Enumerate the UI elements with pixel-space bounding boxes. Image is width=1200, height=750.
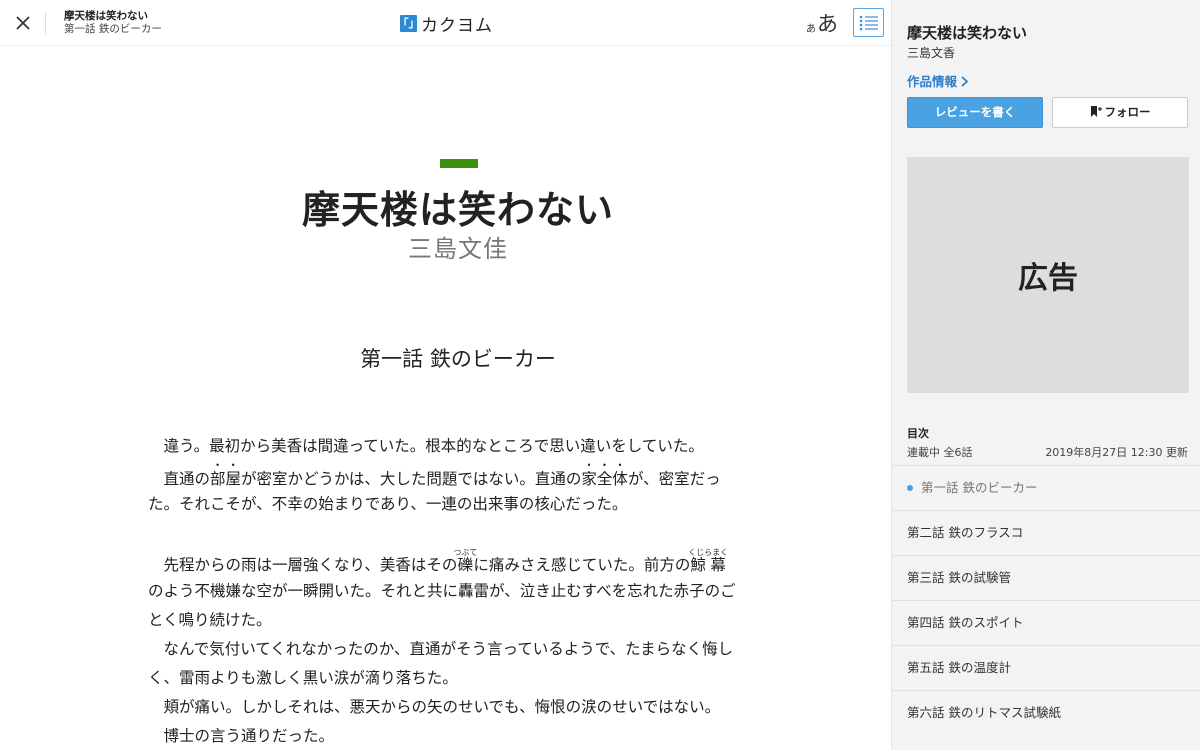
text-line: 直通の部屋が密室かどうかは、大した問題ではない。直通の家全体が、密室だっ	[148, 461, 788, 490]
text-line: 違う。最初から美香は間違っていた。根本的なところで思い違いをしていた。	[148, 437, 704, 455]
text-line: のよう不機嫌な空が一瞬開いた。それと共に轟雷が、泣き止むすべを忘れた赤子のご	[148, 582, 736, 600]
toc-toggle-button[interactable]	[853, 8, 884, 37]
work-sidebar: 摩天楼は笑わない 三島文香 作品情報 レビューを書く フォロー 広告 目次 連載…	[891, 0, 1200, 750]
follow-label: フォロー	[1104, 105, 1151, 119]
sidebar-author[interactable]: 三島文香	[907, 44, 955, 61]
author-name[interactable]: 三島文佳	[0, 229, 891, 264]
work-title: 摩天楼は笑わない	[301, 188, 614, 232]
kakuyomu-logo[interactable]: 「」 カクヨム	[398, 12, 493, 36]
episode-item[interactable]: 第三話 鉄の試験管	[892, 555, 1200, 600]
episode-body: 違う。最初から美香は間違っていた。根本的なところで思い違いをしていた。 直通の部…	[148, 432, 788, 750]
episode-label: 第一話 鉄のビーカー	[921, 480, 1038, 495]
header-titles: 摩天楼は笑わない 第一話 鉄のビーカー	[64, 10, 162, 36]
current-episode-dot-icon	[907, 484, 913, 491]
ruby-text: 礫つぶて	[453, 548, 477, 574]
text-line: 頬が痛い。しかしそれは、悪天からの矢のせいでも、悔恨の涙のせいではない。	[148, 698, 721, 716]
reading-area[interactable]: 摩天楼は笑わない 三島文佳 第一話 鉄のビーカー 違う。最初から美香は間違ってい…	[0, 47, 891, 750]
text-line: た。それこそが、不幸の始まりであり、一連の出来事の核心だった。	[148, 495, 628, 513]
title-accent-bar	[440, 159, 478, 168]
ad-label: 広告	[1018, 261, 1078, 296]
bookmark-plus-icon	[1090, 106, 1102, 117]
toc-heading: 目次	[907, 427, 929, 440]
episode-list: 第一話 鉄のビーカー 第二話 鉄のフラスコ 第三話 鉄の試験管 第四話 鉄のスポ…	[892, 465, 1200, 735]
work-info-label: 作品情報	[907, 74, 958, 89]
close-button[interactable]	[10, 10, 36, 36]
text-segment: が、密室だっ	[627, 470, 721, 488]
advertisement[interactable]: 広告	[907, 157, 1189, 393]
episode-item[interactable]: 第五話 鉄の温度計	[892, 645, 1200, 690]
chevron-right-icon	[961, 76, 969, 87]
follow-button[interactable]: フォロー	[1052, 97, 1188, 128]
header-divider	[45, 12, 46, 34]
text-line: とく鳴り続けた。	[148, 611, 272, 629]
episode-item[interactable]: 第四話 鉄のスポイト	[892, 600, 1200, 645]
text-segment: が密室かどうかは、大した問題ではない。直通の	[241, 470, 582, 488]
text-line: なんで気付いてくれなかったのか、直通がそう言っているようで、たまらなく悔し	[148, 640, 734, 658]
header-episode-title: 第一話 鉄のビーカー	[64, 23, 162, 35]
font-size-small-glyph: あ	[806, 24, 816, 35]
ruby-reading: くじらまく	[688, 548, 729, 557]
ruby-base: 鯨幕	[688, 556, 729, 574]
sidebar-work-title[interactable]: 摩天楼は笑わない	[907, 22, 1027, 43]
text-line: く、雷雨よりも激しく黒い涙が滴り落ちた。	[148, 669, 458, 687]
header-work-title: 摩天楼は笑わない	[64, 10, 148, 22]
serial-status: 連載中 全6話	[907, 446, 973, 459]
text-line: 博士の言う通りだった。	[148, 727, 335, 745]
emphasis-text: 家全体	[581, 470, 628, 488]
close-icon[interactable]	[10, 10, 36, 36]
ruby-reading: つぶて	[453, 548, 478, 557]
font-size-button[interactable]: あ あ	[806, 9, 838, 37]
logo-mark-icon: 「」	[398, 14, 420, 32]
ruby-text: 鯨幕くじらまく	[688, 548, 729, 574]
text-segment: 先程からの雨は一層強くなり、美香はその	[148, 556, 458, 574]
text-segment: に痛みさえ感じていた。前方の	[473, 556, 691, 574]
list-icon	[859, 15, 878, 31]
emphasis-text: 部屋	[210, 470, 242, 488]
work-info-link[interactable]: 作品情報	[907, 71, 969, 90]
reader-header: 摩天楼は笑わない 第一話 鉄のビーカー 「」 カクヨム あ あ	[0, 0, 891, 46]
logo-text: カクヨム	[421, 15, 493, 36]
episode-title: 第一話 鉄のビーカー	[360, 347, 556, 371]
episode-item-current[interactable]: 第一話 鉄のビーカー	[892, 465, 1200, 510]
episode-item[interactable]: 第六話 鉄のリトマス試験紙	[892, 690, 1200, 735]
font-size-large-glyph: あ	[817, 12, 838, 36]
last-updated: 2019年8月27日 12:30 更新	[1045, 446, 1188, 459]
text-line: 先程からの雨は一層強くなり、美香はその礫つぶてに痛みさえ感じていた。前方の鯨幕く…	[148, 548, 788, 577]
text-segment: 直通の	[148, 470, 211, 488]
episode-item[interactable]: 第二話 鉄のフラスコ	[892, 510, 1200, 555]
write-review-button[interactable]: レビューを書く	[907, 97, 1043, 128]
